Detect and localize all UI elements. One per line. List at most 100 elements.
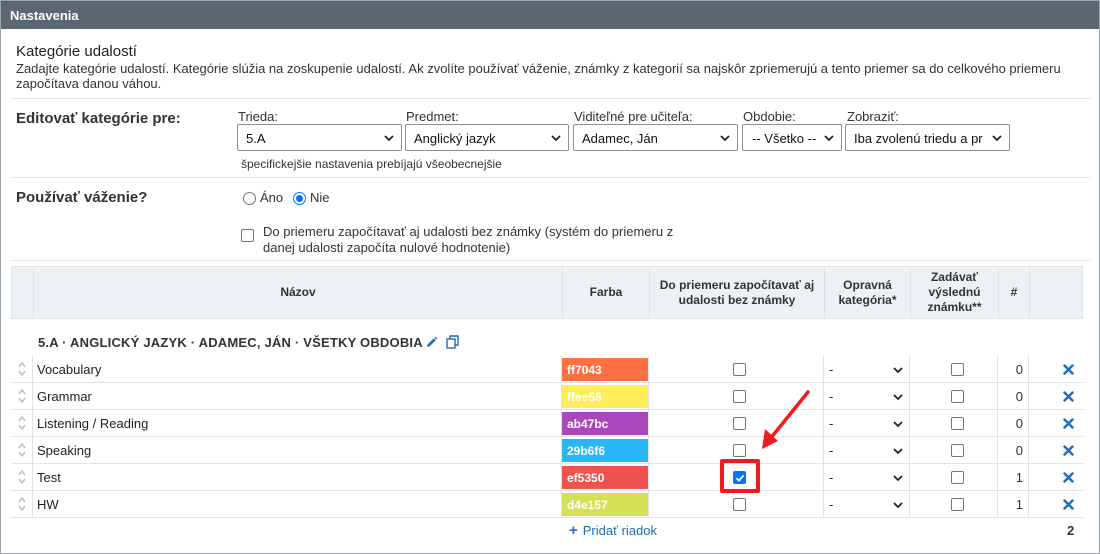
table-row: Vocabulary ff7043 - 0 — [11, 356, 1083, 383]
divider — [997, 491, 998, 518]
final-grade-checkbox[interactable] — [951, 471, 964, 484]
period-select[interactable]: -- Všetko -- — [742, 124, 842, 151]
edit-label: Editovať kategórie pre: — [16, 110, 181, 127]
table-row: Test ef5350 - 1 — [11, 464, 1083, 491]
period-label: Obdobie: — [743, 109, 796, 124]
category-color[interactable]: ef5350 — [562, 466, 648, 489]
chevron-down-icon — [551, 135, 561, 142]
include-checkbox[interactable] — [733, 444, 746, 457]
teacher-label: Viditeľné pre učiteľa: — [574, 109, 693, 124]
group-title: 5.A · ANGLICKÝ JAZYK · ADAMEC, JÁN · VŠE… — [38, 335, 423, 350]
chevron-down-icon — [720, 135, 730, 142]
final-grade-checkbox[interactable] — [951, 417, 964, 430]
divider — [823, 464, 824, 491]
include-checkbox[interactable] — [733, 390, 746, 403]
category-name[interactable]: Listening / Reading — [37, 416, 148, 431]
table-row: Listening / Reading ab47bc - 0 — [11, 410, 1083, 437]
include-checkbox[interactable] — [733, 417, 746, 430]
divider — [823, 410, 824, 437]
event-count: 1 — [1015, 470, 1023, 485]
header-corrective: Opravná kategória* — [824, 267, 910, 318]
weighting-label: Používať váženie? — [16, 189, 148, 206]
drag-handle[interactable] — [11, 383, 33, 410]
category-color[interactable]: ab47bc — [562, 412, 648, 435]
corrective-select[interactable]: - — [829, 497, 833, 512]
final-grade-checkbox[interactable] — [951, 444, 964, 457]
plus-icon: + — [569, 522, 578, 539]
category-name[interactable]: Vocabulary — [37, 362, 101, 377]
copy-icon[interactable] — [446, 335, 460, 349]
divider — [823, 383, 824, 410]
event-count: 0 — [1015, 416, 1023, 431]
subject-label: Predmet: — [406, 109, 459, 124]
category-name[interactable]: Grammar — [37, 389, 92, 404]
display-select-value: Iba zvolenú triedu a pr — [854, 131, 983, 146]
header-drag-col — [12, 267, 33, 318]
corrective-select[interactable]: - — [829, 470, 833, 485]
final-grade-checkbox[interactable] — [951, 363, 964, 376]
display-label: Zobraziť: — [847, 109, 899, 124]
divider — [823, 356, 824, 383]
divider — [823, 437, 824, 464]
section-title: Kategórie udalostí — [16, 43, 137, 60]
period-select-value: -- Všetko -- — [752, 131, 817, 146]
teacher-select[interactable]: Adamec, Ján — [573, 124, 738, 151]
category-color[interactable]: ff7043 — [562, 358, 648, 381]
delete-icon[interactable] — [1063, 499, 1074, 510]
divider — [997, 410, 998, 437]
category-color[interactable]: 29b6f6 — [562, 439, 648, 462]
category-color[interactable]: ffee58 — [562, 385, 648, 408]
corrective-select[interactable]: - — [829, 389, 833, 404]
delete-icon[interactable] — [1063, 445, 1074, 456]
class-select[interactable]: 5.A — [237, 124, 402, 151]
category-name[interactable]: HW — [37, 497, 59, 512]
divider — [648, 410, 649, 437]
category-color[interactable]: d4e157 — [562, 493, 648, 516]
divider — [909, 491, 910, 518]
divider — [997, 437, 998, 464]
weighting-yes-label: Áno — [260, 190, 284, 205]
category-name[interactable]: Speaking — [37, 443, 91, 458]
delete-icon[interactable] — [1063, 364, 1074, 375]
display-select[interactable]: Iba zvolenú triedu a pr — [845, 124, 1010, 151]
drag-handle[interactable] — [11, 356, 33, 383]
drag-handle[interactable] — [11, 437, 33, 464]
pencil-icon[interactable] — [425, 336, 438, 349]
include-checkbox[interactable] — [733, 498, 746, 511]
section-description: Zadajte kategórie udalostí. Kategórie sl… — [16, 61, 1061, 91]
weighting-yes-radio[interactable] — [243, 192, 256, 205]
drag-handle[interactable] — [11, 410, 33, 437]
sort-handle-icon — [18, 388, 26, 404]
final-grade-checkbox[interactable] — [951, 498, 964, 511]
corrective-select[interactable]: - — [829, 443, 833, 458]
divider — [997, 356, 998, 383]
specificity-hint: špecifickejšie nastavenia prebíjajú všeo… — [241, 157, 502, 171]
delete-icon[interactable] — [1063, 391, 1074, 402]
drag-handle[interactable] — [11, 491, 33, 518]
corrective-select[interactable]: - — [829, 362, 833, 377]
divider — [997, 464, 998, 491]
category-name[interactable]: Test — [37, 470, 61, 485]
divider — [997, 383, 998, 410]
chevron-down-icon — [824, 135, 834, 142]
delete-icon[interactable] — [1063, 472, 1074, 483]
chevron-down-icon — [893, 502, 903, 509]
delete-icon[interactable] — [1063, 418, 1074, 429]
class-select-value: 5.A — [246, 131, 266, 146]
divider — [1028, 464, 1029, 491]
divider — [823, 491, 824, 518]
chevron-down-icon — [893, 448, 903, 455]
final-grade-checkbox[interactable] — [951, 390, 964, 403]
weighting-no-radio[interactable] — [293, 192, 306, 205]
corrective-select[interactable]: - — [829, 416, 833, 431]
divider — [648, 437, 649, 464]
sort-handle-icon — [18, 469, 26, 485]
include-checkbox[interactable] — [733, 363, 746, 376]
header-count: # — [998, 267, 1029, 318]
subject-select[interactable]: Anglický jazyk — [405, 124, 569, 151]
event-count: 0 — [1015, 443, 1023, 458]
drag-handle[interactable] — [11, 464, 33, 491]
add-row-button[interactable]: + Pridať riadok — [569, 522, 657, 539]
header-color: Farba — [562, 267, 649, 318]
include-ungraded-checkbox[interactable] — [241, 229, 254, 242]
